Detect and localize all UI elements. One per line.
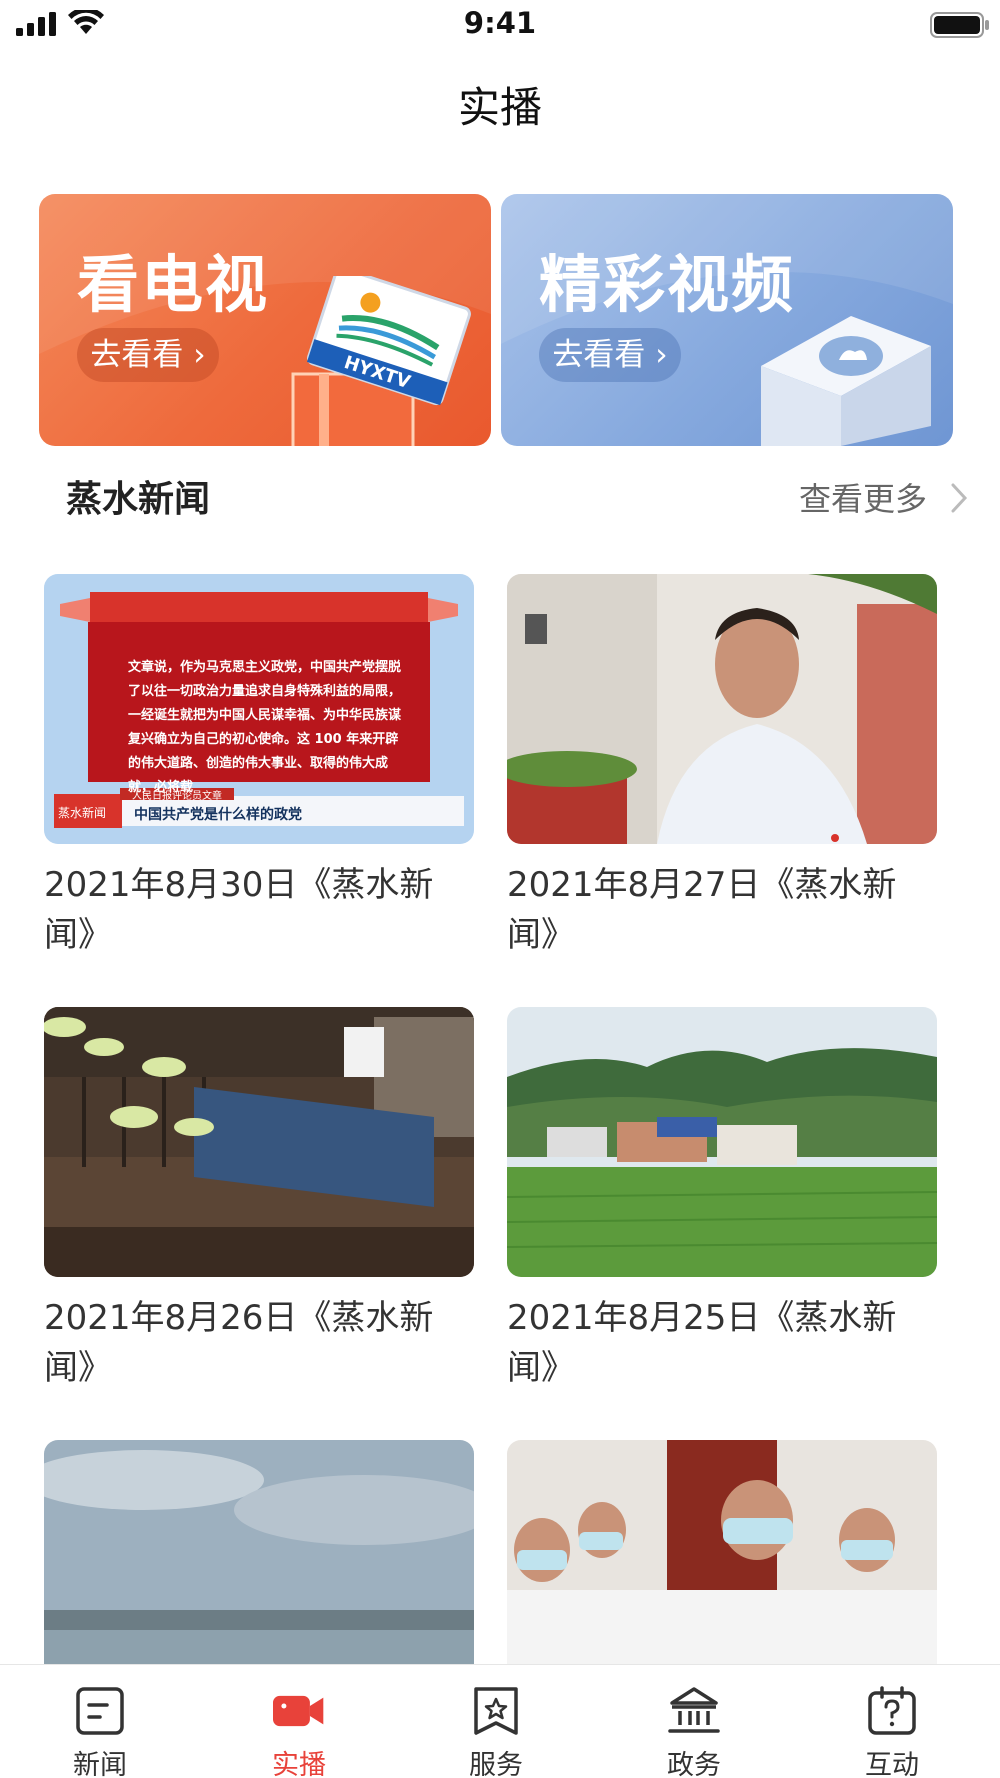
- tab-live[interactable]: 实播: [199, 1665, 399, 1778]
- tab-label: 实播: [272, 1750, 326, 1778]
- status-bar: 9:41: [0, 0, 1000, 50]
- watch-tv-go-label: 去看看: [90, 337, 184, 373]
- news-icon: [76, 1687, 124, 1735]
- tab-interaction[interactable]: 互动: [792, 1665, 992, 1778]
- video-card[interactable]: 文章说，作为马克思主义政党，中国共产党摆脱了以往一切政治力量追求自身特殊利益的局…: [44, 574, 474, 960]
- video-thumbnail[interactable]: 文章说，作为马克思主义政党，中国共产党摆脱了以往一切政治力量追求自身特殊利益的局…: [44, 574, 474, 844]
- featured-video-go-button[interactable]: 去看看 ›: [539, 328, 681, 382]
- chevron-right-icon: ›: [645, 337, 668, 373]
- chevron-right-icon[interactable]: [950, 482, 968, 514]
- bottom-tab-bar: 新闻 实播 服务 政务 互动: [0, 1664, 1000, 1778]
- live-camera-icon: [273, 1695, 324, 1727]
- thumb-subtitle-small: 人民日报评论员文章: [132, 791, 222, 802]
- government-building-icon: [668, 1687, 720, 1733]
- section-title: 蒸水新闻: [66, 479, 211, 520]
- video-thumbnail[interactable]: [507, 1007, 937, 1277]
- thumb-subtitle: 中国共产党是什么样的政党: [134, 807, 302, 823]
- video-caption[interactable]: 2021年8月25日《蒸水新闻》: [507, 1293, 937, 1393]
- tab-label: 政务: [667, 1750, 721, 1778]
- video-card[interactable]: 2021年8月25日《蒸水新闻》: [507, 1007, 937, 1393]
- status-time: 9:41: [463, 6, 537, 40]
- thumb-article-text: 文章说，作为马克思主义政党，中国共产党摆脱了以往一切政治力量追求自身特殊利益的局…: [128, 660, 402, 795]
- video-caption[interactable]: 2021年8月30日《蒸水新闻》: [44, 860, 474, 960]
- tab-label: 服务: [469, 1750, 523, 1778]
- video-thumbnail[interactable]: [507, 574, 937, 844]
- thumb-graphic: [507, 1007, 937, 1277]
- video-thumbnail[interactable]: [44, 1007, 474, 1277]
- service-bookmark-icon: [474, 1687, 518, 1735]
- watch-tv-go-button[interactable]: 去看看 ›: [77, 328, 219, 382]
- view-more-link[interactable]: 查看更多: [799, 474, 927, 520]
- video-caption[interactable]: 2021年8月27日《蒸水新闻》: [507, 860, 937, 960]
- interaction-calendar-icon: [868, 1686, 916, 1735]
- featured-video-go-label: 去看看: [552, 337, 646, 373]
- battery-icon: [930, 12, 989, 38]
- tab-government[interactable]: 政务: [594, 1665, 794, 1778]
- video-caption[interactable]: 2021年8月26日《蒸水新闻》: [44, 1293, 474, 1393]
- page-title: 实播: [457, 83, 542, 132]
- thumb-channel-logo: 蒸水新闻: [58, 806, 107, 820]
- thumb-graphic: [44, 1007, 474, 1277]
- video-card[interactable]: 2021年8月27日《蒸水新闻》: [507, 574, 937, 960]
- tab-label: 互动: [865, 1750, 919, 1778]
- tab-label: 新闻: [73, 1750, 127, 1778]
- tv-logo-illustration: HYXTV: [291, 276, 471, 446]
- watch-tv-banner[interactable]: 看电视 去看看 › HYXTV: [39, 194, 491, 446]
- video-box-illustration: [761, 316, 931, 446]
- live-page: 9:41 实播 看电视 去看看 › HYXTV 精彩视频 去看看 › 蒸水新闻 …: [0, 0, 1000, 1778]
- chevron-right-icon: ›: [183, 337, 206, 373]
- video-card[interactable]: 2021年8月26日《蒸水新闻》: [44, 1007, 474, 1393]
- featured-video-banner[interactable]: 精彩视频 去看看 ›: [501, 194, 953, 446]
- thumb-graphic: [507, 574, 937, 844]
- tab-service[interactable]: 服务: [396, 1665, 596, 1778]
- watch-tv-title: 看电视: [77, 248, 270, 321]
- tab-news[interactable]: 新闻: [0, 1665, 200, 1778]
